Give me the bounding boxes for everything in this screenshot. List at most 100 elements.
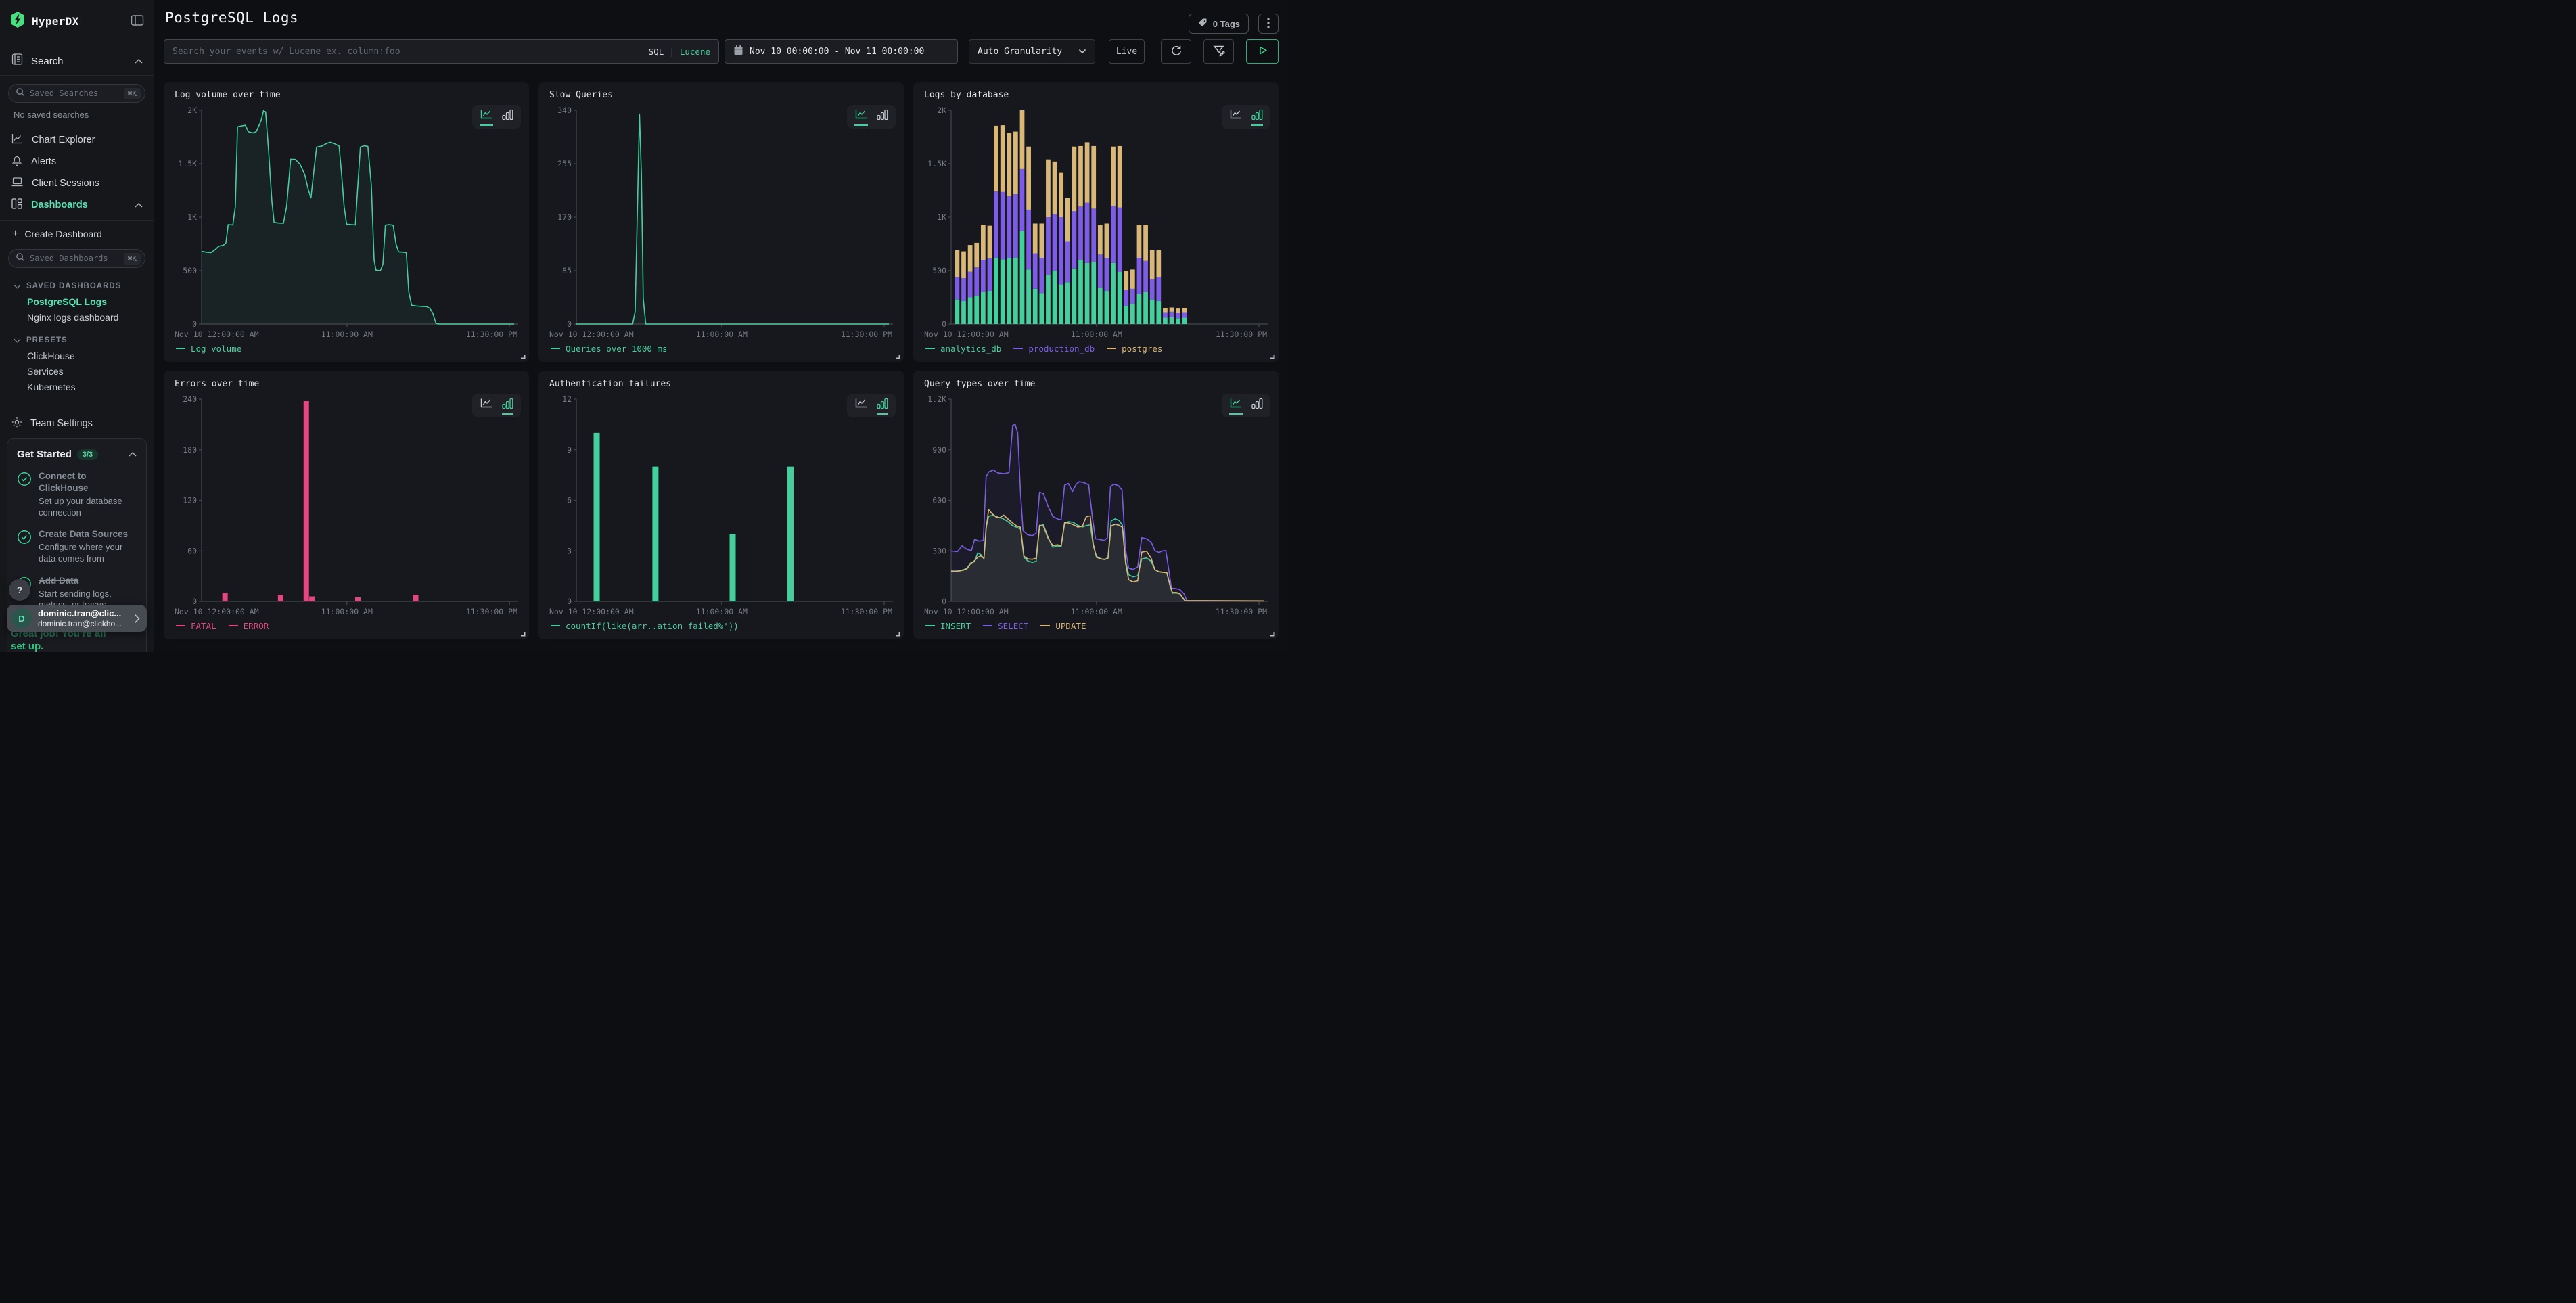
svg-text:Nov 10 12:00:00 AM: Nov 10 12:00:00 AM bbox=[924, 607, 1009, 616]
line-view-button[interactable] bbox=[854, 398, 868, 415]
sidebar-item-kubernetes[interactable]: Kubernetes bbox=[0, 379, 154, 394]
run-query-button[interactable] bbox=[1246, 39, 1279, 64]
sidebar-item-client-sessions[interactable]: Client Sessions bbox=[0, 173, 154, 194]
chart-title-log-volume: Log volume over time bbox=[175, 90, 518, 105]
svg-text:9: 9 bbox=[567, 445, 572, 455]
sql-toggle[interactable]: SQL bbox=[649, 47, 664, 57]
svg-text:Nov 10 12:00:00 AM: Nov 10 12:00:00 AM bbox=[549, 329, 634, 339]
resize-handle[interactable] bbox=[1268, 352, 1275, 359]
bar-view-button[interactable] bbox=[877, 398, 888, 415]
granularity-select[interactable]: Auto Granularity bbox=[969, 39, 1095, 64]
charts-grid: Log volume over time 05001K1.5K2KNov 10 1… bbox=[164, 82, 1279, 639]
get-started-item-sources[interactable]: Create Data Sources Configure where your… bbox=[17, 528, 137, 564]
line-view-button[interactable] bbox=[480, 109, 493, 126]
saved-searches-input[interactable]: ⌘K bbox=[8, 84, 145, 103]
chevron-up-icon bbox=[135, 203, 143, 208]
resize-handle[interactable] bbox=[519, 352, 526, 359]
saved-searches-field[interactable] bbox=[30, 89, 119, 98]
event-search-box[interactable]: SQL | Lucene bbox=[164, 39, 719, 64]
sidebar-item-alerts[interactable]: Alerts bbox=[0, 151, 154, 173]
svg-text:6: 6 bbox=[567, 496, 572, 505]
svg-text:11:00:00 AM: 11:00:00 AM bbox=[321, 329, 373, 339]
collapse-sidebar-button[interactable] bbox=[131, 14, 144, 28]
help-button[interactable]: ? bbox=[9, 579, 30, 601]
event-search-input[interactable] bbox=[172, 47, 642, 57]
more-options-button[interactable] bbox=[1258, 14, 1279, 34]
get-started-item-connect[interactable]: Connect to ClickHouse Set up your databa… bbox=[17, 470, 137, 518]
svg-text:11:30:00 PM: 11:30:00 PM bbox=[466, 607, 518, 616]
saved-dashboards-section-header[interactable]: SAVED DASHBOARDS bbox=[0, 279, 154, 294]
sidebar-item-services[interactable]: Services bbox=[0, 363, 154, 379]
svg-text:11:00:00 AM: 11:00:00 AM bbox=[696, 607, 748, 616]
time-range-value: Nov 10 00:00:00 - Nov 11 00:00:00 bbox=[750, 47, 924, 57]
live-button[interactable]: Live bbox=[1109, 39, 1145, 64]
sidebar-item-postgresql-logs[interactable]: PostgreSQL Logs bbox=[0, 294, 154, 309]
chart-view-toggle bbox=[472, 394, 521, 417]
chart-plot-auth-failures: 036912Nov 10 12:00:00 AM11:00:00 AM11:30… bbox=[549, 394, 893, 618]
shortcut-badge: ⌘K bbox=[124, 88, 141, 99]
resize-handle[interactable] bbox=[894, 630, 900, 637]
chart-title-auth-failures: Authentication failures bbox=[549, 379, 893, 394]
svg-text:11:00:00 AM: 11:00:00 AM bbox=[1071, 607, 1122, 616]
chart-plot-logs-by-database: 05001K1.5K2KNov 10 12:00:00 AM11:00:00 A… bbox=[924, 105, 1268, 340]
logo-row: HyperDX bbox=[0, 0, 154, 39]
time-range-picker[interactable]: Nov 10 00:00:00 - Nov 11 00:00:00 bbox=[724, 39, 958, 64]
hyperdx-logo-icon bbox=[9, 11, 26, 32]
sidebar-item-dashboards[interactable]: Dashboards bbox=[0, 194, 154, 216]
user-menu[interactable]: D dominic.tran@clic... dominic.tran@clic… bbox=[7, 605, 147, 632]
refresh-button[interactable] bbox=[1161, 39, 1191, 64]
saved-dashboards-field[interactable] bbox=[30, 254, 119, 263]
saved-dashboards-input[interactable]: ⌘K bbox=[8, 249, 145, 268]
resize-handle[interactable] bbox=[519, 630, 526, 637]
line-view-button[interactable] bbox=[1229, 398, 1243, 415]
svg-text:1K: 1K bbox=[187, 212, 197, 222]
check-circle-icon bbox=[17, 528, 32, 564]
svg-text:Nov 10 12:00:00 AM: Nov 10 12:00:00 AM bbox=[924, 329, 1009, 339]
svg-text:60: 60 bbox=[187, 546, 197, 555]
resize-handle[interactable] bbox=[1268, 630, 1275, 637]
presets-section-header[interactable]: PRESETS bbox=[0, 333, 154, 348]
bar-view-button[interactable] bbox=[502, 109, 513, 126]
line-view-button[interactable] bbox=[480, 398, 493, 415]
svg-text:0: 0 bbox=[567, 319, 572, 329]
bar-view-button[interactable] bbox=[1251, 109, 1263, 126]
plus-icon: + bbox=[12, 229, 18, 239]
svg-text:0: 0 bbox=[942, 597, 946, 606]
line-view-button[interactable] bbox=[1229, 109, 1243, 126]
chevron-up-icon bbox=[135, 59, 143, 64]
chart-plot-log-volume: 05001K1.5K2KNov 10 12:00:00 AM11:00:00 A… bbox=[175, 105, 518, 340]
svg-text:Nov 10 12:00:00 AM: Nov 10 12:00:00 AM bbox=[175, 607, 259, 616]
sidebar-item-team-settings[interactable]: Team Settings bbox=[0, 412, 154, 435]
bar-view-button[interactable] bbox=[502, 398, 513, 415]
sidebar-item-clickhouse[interactable]: ClickHouse bbox=[0, 348, 154, 363]
tags-button[interactable]: 0 Tags bbox=[1189, 14, 1249, 34]
svg-text:1.5K: 1.5K bbox=[927, 159, 946, 168]
svg-text:1.2K: 1.2K bbox=[927, 394, 946, 404]
filter-button[interactable] bbox=[1203, 39, 1234, 64]
chart-plot-slow-queries: 085170255340Nov 10 12:00:00 AM11:00:00 A… bbox=[549, 105, 893, 340]
lucene-toggle[interactable]: Lucene bbox=[680, 47, 710, 57]
sidebar-item-search[interactable]: Search bbox=[0, 51, 154, 71]
create-dashboard-button[interactable]: + Create Dashboard bbox=[0, 221, 154, 248]
svg-text:2K: 2K bbox=[187, 106, 197, 115]
resize-handle[interactable] bbox=[894, 352, 900, 359]
chevron-up-icon[interactable] bbox=[129, 452, 137, 457]
sidebar-item-nginx-logs-dashboard[interactable]: Nginx logs dashboard bbox=[0, 309, 154, 325]
search-icon bbox=[16, 87, 25, 100]
chevron-down-icon bbox=[1078, 47, 1086, 57]
svg-text:11:30:00 PM: 11:30:00 PM bbox=[841, 329, 892, 339]
chart-card-log-volume: Log volume over time05001K1.5K2KNov 10 1… bbox=[164, 82, 529, 362]
svg-text:12: 12 bbox=[562, 394, 572, 404]
bar-view-button[interactable] bbox=[1251, 398, 1263, 415]
svg-text:Nov 10 12:00:00 AM: Nov 10 12:00:00 AM bbox=[175, 329, 259, 339]
search-icon bbox=[16, 252, 25, 265]
svg-text:11:00:00 AM: 11:00:00 AM bbox=[321, 607, 373, 616]
svg-text:0: 0 bbox=[942, 319, 946, 329]
kebab-icon bbox=[1267, 18, 1270, 30]
sidebar-item-chart-explorer[interactable]: Chart Explorer bbox=[0, 129, 154, 151]
bell-icon bbox=[11, 154, 23, 170]
logs-icon bbox=[11, 53, 24, 69]
svg-text:0: 0 bbox=[192, 597, 197, 606]
line-view-button[interactable] bbox=[854, 109, 868, 126]
bar-view-button[interactable] bbox=[877, 109, 888, 126]
